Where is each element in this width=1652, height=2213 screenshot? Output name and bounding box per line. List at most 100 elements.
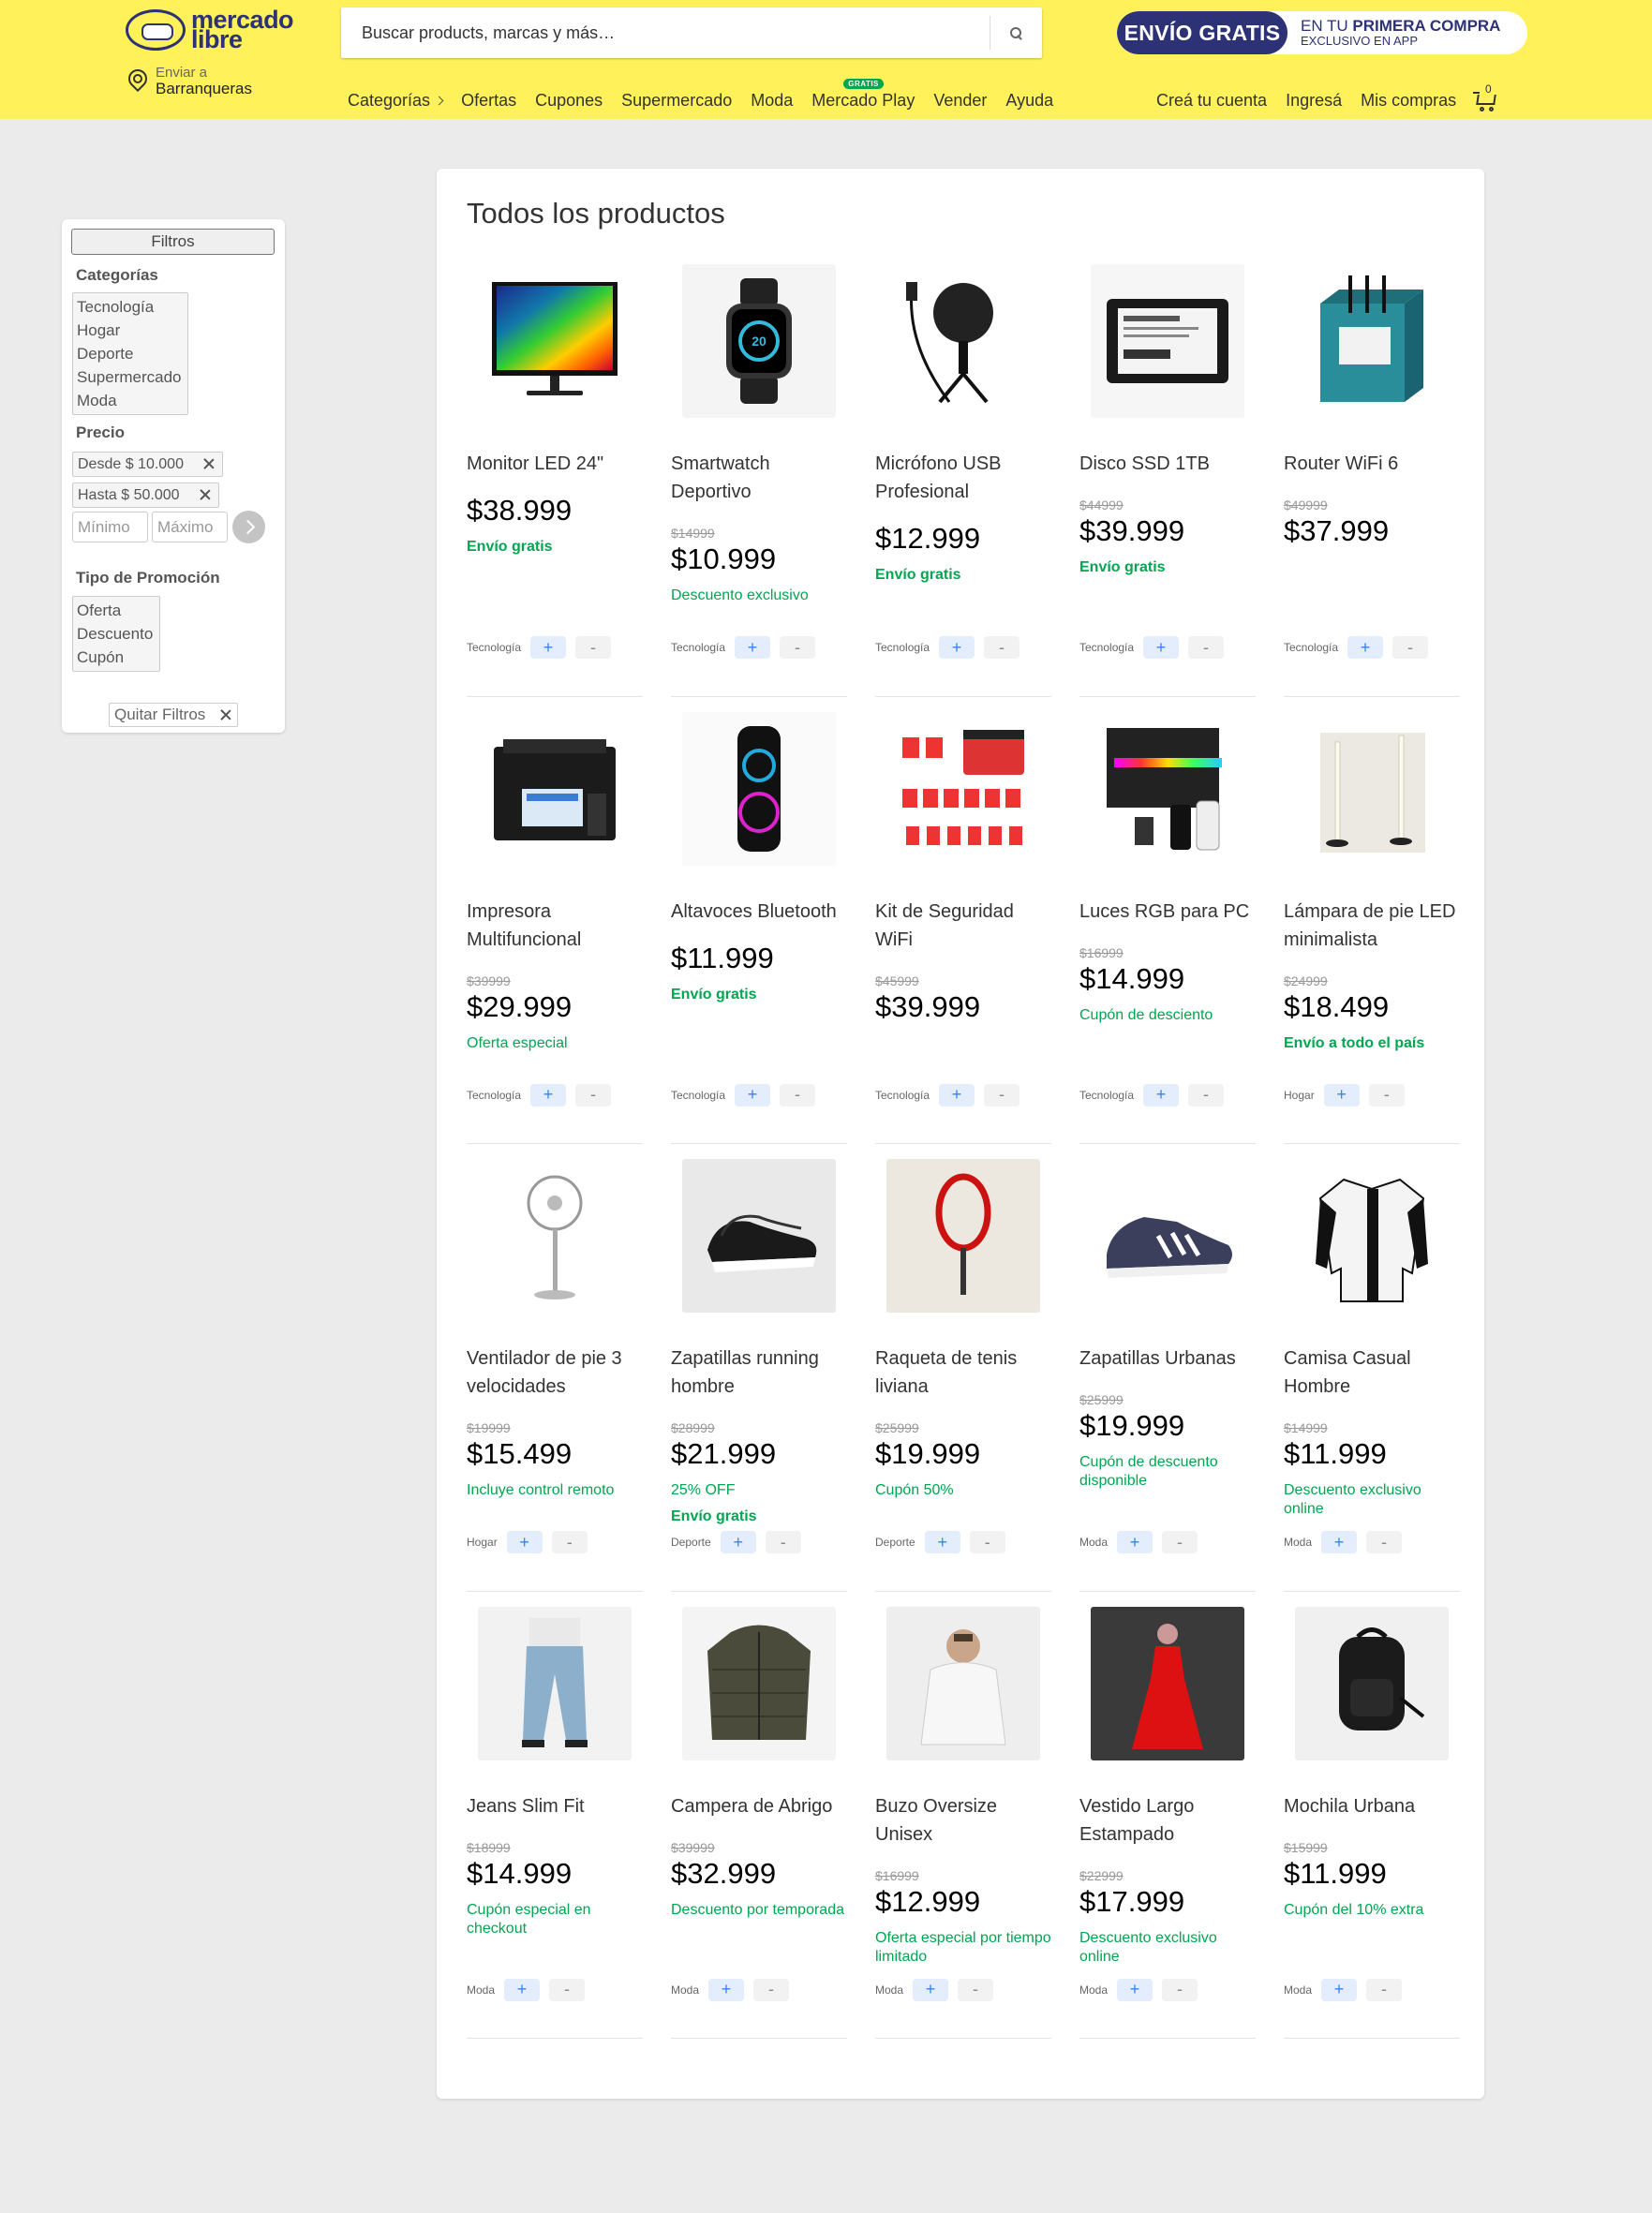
product-title[interactable]: Vestido Largo Estampado [1079, 1792, 1256, 1849]
product-card[interactable]: Altavoces Bluetooth $11.999 Envío gratis Te… [671, 697, 847, 1144]
nav-supermarket[interactable]: Supermercado [621, 91, 732, 111]
remove-button[interactable]: - [765, 1531, 801, 1553]
product-image[interactable] [875, 1592, 1051, 1775]
product-title[interactable]: Luces RGB para PC [1079, 898, 1256, 926]
nav-categories[interactable]: Categorías [348, 91, 444, 111]
product-title[interactable]: Impresora Multifuncional [467, 898, 643, 954]
product-title[interactable]: Micrófono USB Profesional [875, 450, 1051, 506]
product-card[interactable]: Mochila Urbana $15999 $11.999 Cupón del 10%… [1284, 1592, 1460, 2039]
product-card[interactable]: Luces RGB para PC $16999 $14.999 Cupón de d… [1079, 697, 1256, 1144]
category-option[interactable]: Deporte [77, 342, 184, 365]
min-price-input[interactable] [72, 512, 148, 542]
product-image[interactable] [875, 697, 1051, 881]
my-purchases-link[interactable]: Mis compras [1361, 91, 1456, 111]
product-title[interactable]: Mochila Urbana [1284, 1792, 1460, 1820]
remove-button[interactable]: - [575, 1083, 612, 1106]
product-card[interactable]: Lámpara de pie LED minimalista $24999 $18.… [1284, 697, 1460, 1144]
product-title[interactable]: Buzo Oversize Unisex [875, 1792, 1051, 1849]
product-image[interactable] [467, 249, 643, 433]
product-title[interactable]: Jeans Slim Fit [467, 1792, 643, 1820]
product-image[interactable] [875, 1144, 1051, 1328]
add-button[interactable]: + [924, 1531, 960, 1553]
product-image[interactable] [671, 697, 847, 881]
category-option[interactable]: Moda [77, 389, 184, 412]
product-image[interactable] [1284, 1592, 1460, 1775]
product-card[interactable]: Campera de Abrigo $39999 $32.999 Descuento … [671, 1592, 847, 2039]
nav-help[interactable]: Ayuda [1005, 91, 1053, 111]
product-card[interactable]: Vestido Largo Estampado $22999 $17.999 Desc… [1079, 1592, 1256, 2039]
remove-button[interactable]: - [549, 1978, 586, 2001]
price-from-chip[interactable]: Desde $ 10.000 [72, 452, 223, 477]
remove-button[interactable]: - [1188, 1083, 1225, 1106]
remove-button[interactable]: - [984, 636, 1020, 659]
promo-option[interactable]: Descuento [77, 622, 156, 646]
product-card[interactable]: Ventilador de pie 3 velocidades $19999 $15… [467, 1144, 643, 1592]
remove-button[interactable]: - [780, 636, 816, 659]
product-card[interactable]: Impresora Multifuncional $39999 $29.999 Ofe… [467, 697, 643, 1144]
remove-button[interactable]: - [780, 1083, 816, 1106]
add-button[interactable]: + [1117, 1531, 1153, 1553]
product-image[interactable]: 20 [671, 249, 847, 433]
add-button[interactable]: + [1347, 636, 1384, 659]
delivery-location[interactable]: Enviar a Barranqueras [127, 66, 252, 97]
remove-button[interactable]: - [1368, 1083, 1405, 1106]
product-title[interactable]: Raqueta de tenis liviana [875, 1344, 1051, 1401]
cart-icon[interactable]: 0 [1473, 82, 1499, 112]
add-button[interactable]: + [939, 1083, 975, 1106]
add-button[interactable]: + [1321, 1531, 1358, 1553]
product-card[interactable]: Disco SSD 1TB $44999 $39.999 Envío gratis Te… [1079, 249, 1256, 697]
remove-button[interactable]: - [575, 636, 612, 659]
category-option[interactable]: Hogar [77, 319, 184, 342]
search-button[interactable] [990, 16, 1042, 50]
add-button[interactable]: + [530, 1083, 567, 1106]
remove-button[interactable]: - [1392, 636, 1429, 659]
product-title[interactable]: Altavoces Bluetooth [671, 898, 847, 926]
product-image[interactable] [1079, 1592, 1256, 1775]
product-card[interactable]: 20 Smartwatch Deportivo $14999 $10.999 Descu… [671, 249, 847, 697]
nav-coupons[interactable]: Cupones [535, 91, 603, 111]
add-button[interactable]: + [1143, 1083, 1180, 1106]
add-button[interactable]: + [913, 1978, 949, 2001]
product-image[interactable] [1079, 697, 1256, 881]
price-to-chip[interactable]: Hasta $ 50.000 [72, 483, 219, 508]
nav-mercado-play[interactable]: GRATIS Mercado Play [811, 79, 915, 111]
product-image[interactable] [671, 1144, 847, 1328]
product-image[interactable] [467, 1144, 643, 1328]
remove-button[interactable]: - [984, 1083, 1020, 1106]
add-button[interactable]: + [720, 1531, 756, 1553]
category-option[interactable]: Tecnología [77, 295, 184, 319]
product-title[interactable]: Zapatillas Urbanas [1079, 1344, 1256, 1373]
product-card[interactable]: Kit de Seguridad WiFi $45999 $39.999 Tecnol… [875, 697, 1051, 1144]
product-title[interactable]: Camisa Casual Hombre [1284, 1344, 1460, 1401]
create-account-link[interactable]: Creá tu cuenta [1156, 91, 1267, 111]
add-button[interactable]: + [1117, 1978, 1153, 2001]
search-input[interactable] [341, 7, 988, 58]
remove-button[interactable]: - [1162, 1978, 1198, 2001]
clear-filters-button[interactable]: Quitar Filtros [109, 703, 238, 727]
add-button[interactable]: + [708, 1978, 745, 2001]
product-title[interactable]: Smartwatch Deportivo [671, 450, 847, 506]
product-title[interactable]: Monitor LED 24" [467, 450, 643, 478]
close-icon[interactable] [198, 487, 213, 502]
max-price-input[interactable] [152, 512, 228, 542]
nav-offers[interactable]: Ofertas [461, 91, 516, 111]
logo[interactable]: mercado libre [126, 7, 294, 52]
remove-button[interactable]: - [1366, 1978, 1403, 2001]
product-title[interactable]: Disco SSD 1TB [1079, 450, 1256, 478]
add-button[interactable]: + [735, 1083, 771, 1106]
add-button[interactable]: + [506, 1531, 543, 1553]
filters-button[interactable]: Filtros [71, 229, 275, 255]
login-link[interactable]: Ingresá [1286, 91, 1342, 111]
remove-button[interactable]: - [1188, 636, 1225, 659]
promo-type-list[interactable]: Oferta Descuento Cupón [72, 596, 160, 672]
remove-button[interactable]: - [969, 1531, 1005, 1553]
product-image[interactable] [467, 1592, 643, 1775]
apply-price-button[interactable] [232, 511, 265, 543]
product-card[interactable]: Zapatillas running hombre $28999 $21.999 25… [671, 1144, 847, 1592]
product-image[interactable] [671, 1592, 847, 1775]
product-card[interactable]: Zapatillas Urbanas $25999 $19.999 Cupón de … [1079, 1144, 1256, 1592]
product-card[interactable]: Raqueta de tenis liviana $25999 $19.999 Cup… [875, 1144, 1051, 1592]
category-option[interactable]: Supermercado [77, 365, 184, 389]
add-button[interactable]: + [1323, 1083, 1360, 1106]
product-image[interactable] [1079, 1144, 1256, 1328]
